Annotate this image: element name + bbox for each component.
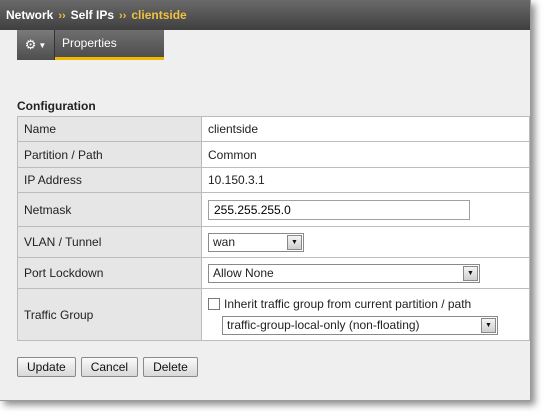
breadcrumb-self-ips[interactable]: Self IPs [71,8,114,22]
vlan-selected-value: wan [213,234,236,249]
netmask-input[interactable] [208,199,470,220]
inherit-traffic-group-checkbox[interactable] [208,297,220,310]
traffic-group-selected-value: traffic-group-local-only (non-floating) [227,317,420,332]
ip-address-value: 10.150.3.1 [201,167,530,193]
partition-label: Partition / Path [17,141,202,168]
delete-button[interactable]: Delete [143,357,198,377]
port-lockdown-select[interactable]: Allow None ▼ [208,263,480,283]
traffic-group-label: Traffic Group [17,288,202,341]
row-vlan: VLAN / Tunnel wan ▼ [17,226,530,258]
breadcrumb-separator: ›› [119,10,127,22]
breadcrumb-network[interactable]: Network [6,8,53,22]
row-name: Name clientside [17,116,530,142]
tab-properties[interactable]: Properties [55,30,164,60]
inherit-traffic-group-row: Inherit traffic group from current parti… [208,295,529,313]
window-frame: Network ›› Self IPs ›› clientside ⚙ ▼ Propert… [0,0,531,401]
inherit-traffic-group-label: Inherit traffic group from current parti… [224,296,472,311]
port-lockdown-label: Port Lockdown [17,257,202,289]
port-lockdown-selected-value: Allow None [213,265,274,280]
chevron-down-icon: ▼ [463,265,478,281]
row-traffic-group: Traffic Group Inherit traffic group from… [17,288,530,341]
partition-value: Common [201,141,530,168]
traffic-group-select[interactable]: traffic-group-local-only (non-floating) … [222,315,498,335]
breadcrumb-separator: ›› [58,10,66,22]
cancel-button[interactable]: Cancel [80,357,139,377]
row-ip-address: IP Address 10.150.3.1 [17,167,530,193]
configuration-table: Name clientside Partition / Path Common … [17,116,530,341]
tab-bar: ⚙ ▼ Properties [17,30,164,60]
gear-icon: ⚙ [24,37,37,52]
name-value: clientside [201,116,530,142]
row-netmask: Netmask [17,192,530,227]
row-partition: Partition / Path Common [17,141,530,168]
name-label: Name [17,116,202,142]
settings-menu-button[interactable]: ⚙ ▼ [17,30,55,60]
vlan-select[interactable]: wan ▼ [208,232,304,252]
update-button[interactable]: Update [17,357,76,377]
ip-address-label: IP Address [17,167,202,193]
breadcrumb: Network ›› Self IPs ›› clientside [0,0,530,30]
action-buttons: Update Cancel Delete [17,357,198,377]
row-port-lockdown: Port Lockdown Allow None ▼ [17,257,530,289]
vlan-label: VLAN / Tunnel [17,226,202,258]
section-title: Configuration [17,99,96,113]
chevron-down-icon: ▼ [287,234,302,250]
chevron-down-icon: ▼ [481,317,496,333]
breadcrumb-current: clientside [131,8,187,22]
chevron-down-icon: ▼ [38,40,47,50]
netmask-label: Netmask [17,192,202,227]
